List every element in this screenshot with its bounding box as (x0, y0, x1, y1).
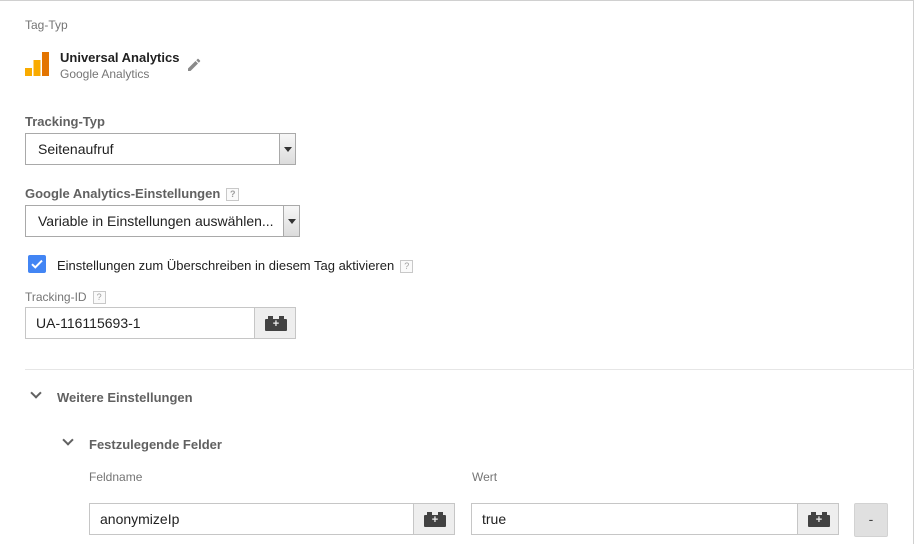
tracking-id-input[interactable]: UA-116115693-1 (25, 307, 255, 339)
help-icon[interactable]: ? (226, 188, 240, 202)
tracking-type-select[interactable]: Seitenaufruf (25, 133, 296, 165)
checkmark-icon (31, 259, 43, 269)
remove-row-button[interactable]: - (854, 503, 888, 537)
tracking-id-label: Tracking-ID? (25, 290, 106, 305)
tracking-type-label: Tracking-Typ (25, 114, 105, 129)
insert-variable-button[interactable]: + (413, 503, 455, 535)
variable-brick-icon: + (808, 512, 830, 527)
variable-brick-icon: + (424, 512, 446, 527)
fields-to-set-toggle[interactable]: Festzulegende Felder (89, 437, 222, 452)
field-name-column-header: Feldname (89, 470, 143, 484)
field-name-input[interactable]: anonymizeIp (89, 503, 414, 535)
variable-brick-icon: + (265, 316, 287, 331)
section-divider (25, 369, 914, 370)
ga-settings-label: Google Analytics-Einstellungen? (25, 186, 240, 202)
field-value-column-header: Wert (472, 470, 498, 484)
tag-type-label: Tag-Typ (25, 18, 68, 32)
insert-variable-button[interactable]: + (797, 503, 839, 535)
google-analytics-logo-icon (25, 52, 49, 76)
tracking-type-value: Seitenaufruf (38, 141, 114, 157)
ga-settings-select[interactable]: Variable in Einstellungen auswählen... (25, 205, 300, 237)
pencil-icon[interactable] (187, 58, 201, 72)
chevron-down-icon[interactable] (283, 206, 299, 236)
ga-settings-value: Variable in Einstellungen auswählen... (38, 213, 274, 229)
tag-type-name: Universal Analytics (60, 50, 180, 65)
more-settings-toggle[interactable]: Weitere Einstellungen (57, 390, 193, 405)
field-value-input[interactable]: true (471, 503, 798, 535)
chevron-down-icon[interactable] (279, 134, 295, 164)
help-icon[interactable]: ? (92, 291, 106, 305)
tag-type-vendor: Google Analytics (60, 67, 150, 81)
help-icon[interactable]: ? (400, 260, 414, 274)
override-label: Einstellungen zum Überschreiben in diese… (57, 258, 414, 274)
insert-variable-button[interactable]: + (254, 307, 296, 339)
override-checkbox[interactable] (28, 255, 46, 273)
